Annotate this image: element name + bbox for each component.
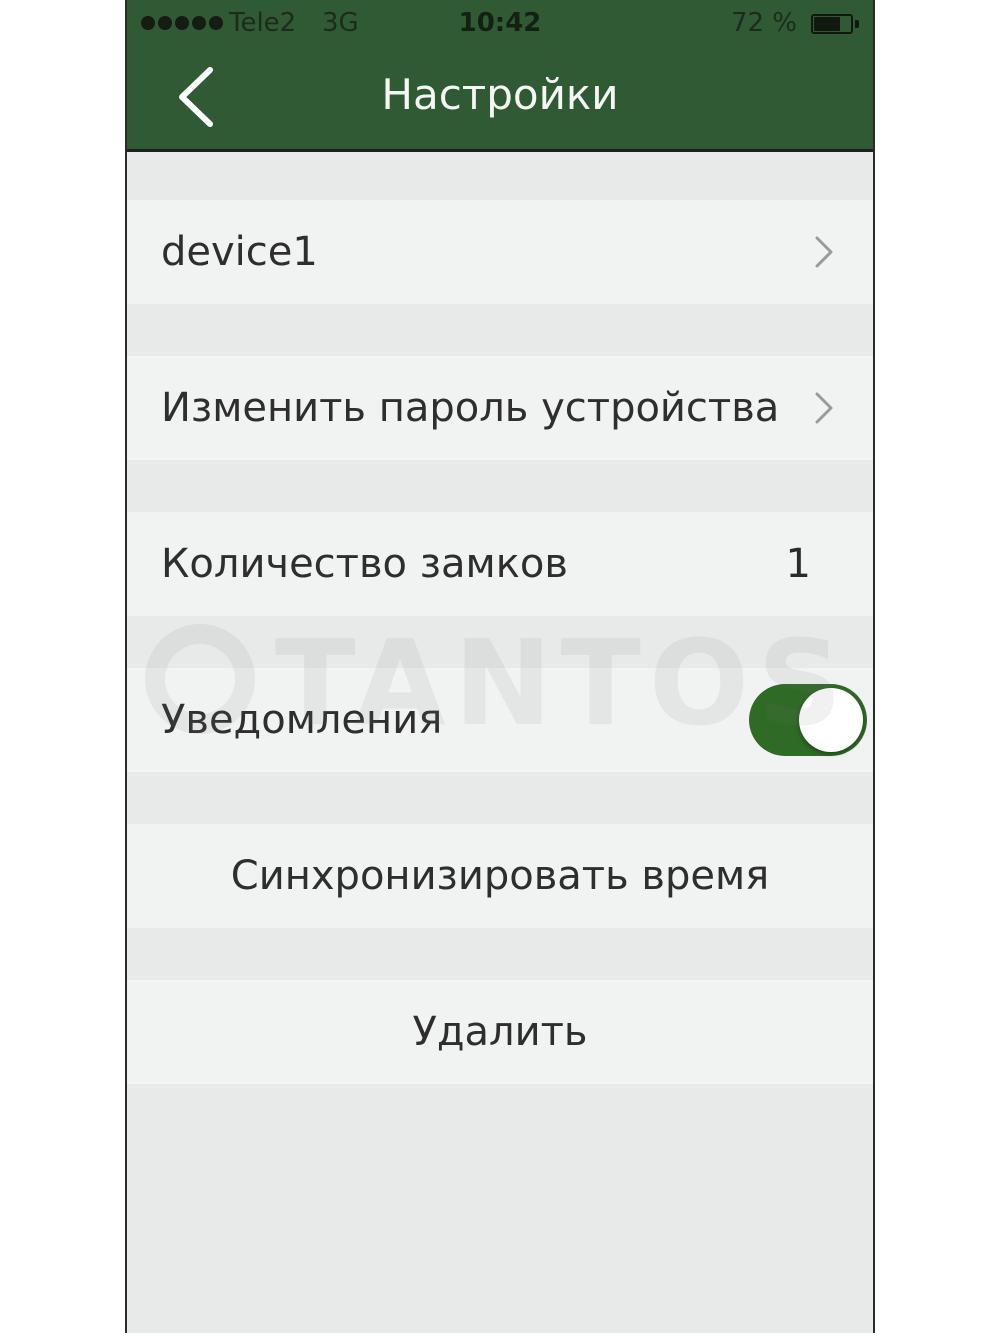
toggle-knob	[799, 688, 863, 752]
delete-button[interactable]: Удалить	[127, 980, 873, 1084]
battery-percent: 72 %	[730, 8, 797, 38]
change-password-label: Изменить пароль устройства	[161, 385, 780, 431]
page-title: Настройки	[381, 70, 619, 119]
chevron-right-icon	[815, 392, 833, 424]
status-bar: Tele2 3G 10:42 72 %	[127, 0, 873, 48]
change-password-row[interactable]: Изменить пароль устройства	[127, 356, 873, 460]
notifications-row: Уведомления	[127, 668, 873, 772]
notifications-label: Уведомления	[161, 697, 443, 743]
chevron-right-icon	[815, 236, 833, 268]
notifications-toggle[interactable]	[749, 684, 867, 756]
settings-list: device1 Изменить пароль устройства Колич…	[127, 152, 873, 1333]
phone-screen: Tele2 3G 10:42 72 % Настройки device1 Из…	[125, 0, 875, 1333]
delete-label: Удалить	[412, 1009, 588, 1055]
sync-time-button[interactable]: Синхронизировать время	[127, 824, 873, 928]
navigation-bar: Tele2 3G 10:42 72 % Настройки	[127, 0, 873, 152]
device-name-label: device1	[161, 229, 318, 275]
sync-time-label: Синхронизировать время	[230, 853, 770, 899]
lock-count-row[interactable]: Количество замков 1	[127, 512, 873, 616]
device-name-row[interactable]: device1	[127, 200, 873, 304]
lock-count-label: Количество замков	[161, 541, 568, 587]
battery-icon	[811, 14, 859, 34]
lock-count-value: 1	[785, 541, 811, 587]
